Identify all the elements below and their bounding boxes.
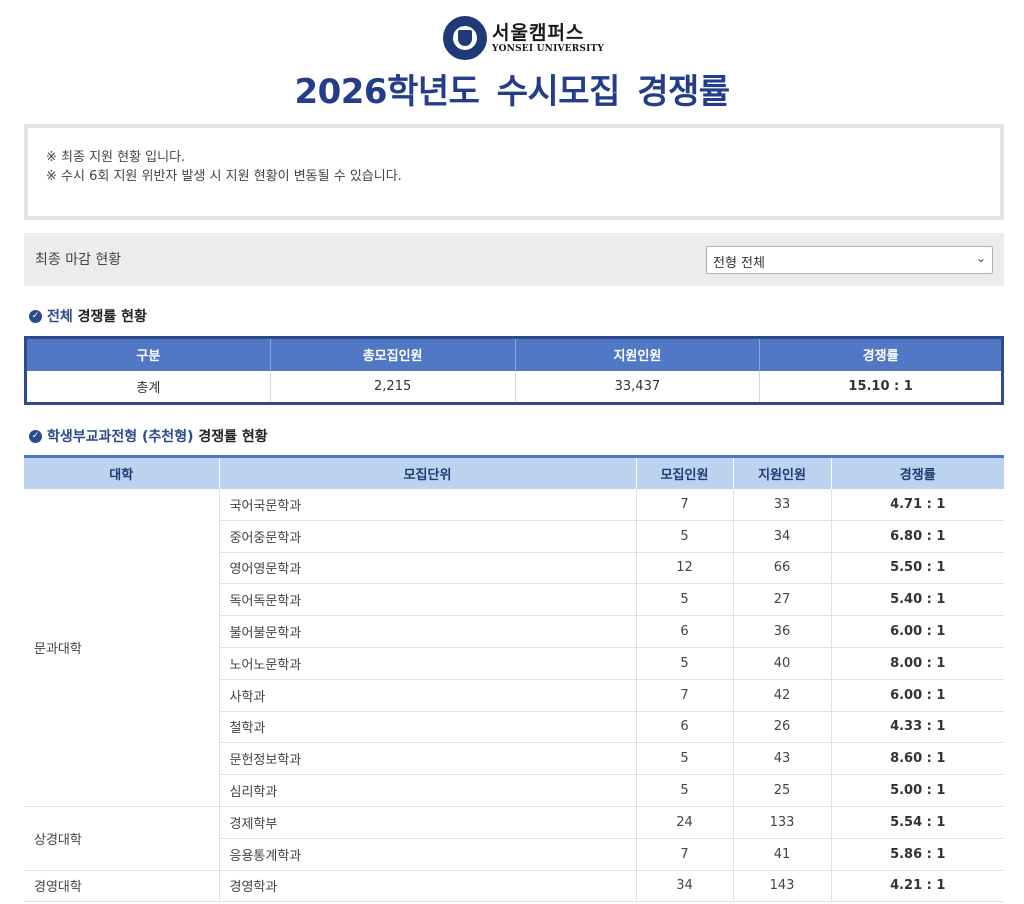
- admission-type-select[interactable]: 전형 전체 ⌄: [706, 246, 993, 274]
- college-cell: 문과대학: [24, 488, 220, 807]
- quota-cell: 6: [636, 615, 734, 648]
- applicants-cell: 66: [733, 552, 832, 585]
- filter-bar: 최종 마감 현황 전형 전체 ⌄: [24, 233, 1004, 286]
- unit-cell: 문헌정보학과: [219, 742, 637, 776]
- college-cell: 상경대학: [24, 806, 220, 871]
- ratio-cell: 5.86 : 1: [831, 838, 1004, 871]
- ratio-cell: 4.33 : 1: [831, 711, 1004, 744]
- notice-line: ※ 최종 지원 현황 입니다.: [46, 150, 186, 165]
- ratio-cell: 5.40 : 1: [831, 583, 1004, 617]
- quota-cell: 7: [636, 679, 734, 712]
- quota-cell: 5: [636, 774, 734, 807]
- applicants-cell: 41: [733, 838, 832, 871]
- ratio-cell: 6.80 : 1: [831, 520, 1004, 553]
- ratio-cell: 5.00 : 1: [831, 774, 1004, 807]
- table-row: 문과대학 국어국문학과 7 33 4.71 : 1: [24, 488, 1004, 807]
- unit-cell: 사학과: [219, 679, 637, 712]
- col-header: 총모집인원: [269, 337, 515, 371]
- quota-cell: 7: [636, 838, 734, 871]
- unit-cell: 노어노문학과: [219, 647, 637, 680]
- overall-competition-table: 구분 총모집인원 지원인원 경쟁률 총계 2,215 33,437 15.10 …: [24, 336, 1004, 405]
- overall-title-highlight: 전체: [47, 309, 73, 325]
- quota-cell: 7: [636, 488, 734, 521]
- detail-competition-table: 대학 모집단위 모집인원 지원인원 경쟁률 문과대학 국어국문학과 7 33 4.71 …: [24, 455, 1004, 903]
- page-title: 2026학년도 수시모집 경쟁률: [294, 72, 730, 112]
- ratio-cell: 5.54 : 1: [831, 806, 1004, 839]
- unit-cell: 불어불문학과: [219, 615, 637, 648]
- total-applicants: 33,437: [514, 370, 760, 404]
- ratio-cell: 8.00 : 1: [831, 647, 1004, 680]
- applicants-cell: 133: [733, 806, 832, 839]
- check-circle-icon: ✓: [29, 429, 42, 443]
- table-row: 상경대학 경제학부 24 133 5.54 : 1: [24, 806, 1004, 871]
- col-header: 대학: [24, 456, 220, 489]
- col-header: 지원인원: [514, 337, 760, 371]
- unit-cell: 경제학부: [219, 806, 637, 839]
- table-row: 총계 2,215 33,437 15.10 : 1: [26, 370, 1003, 404]
- unit-cell: 국어국문학과: [219, 488, 637, 521]
- table-row: 경영대학 경영학과 34 143 4.21 : 1: [24, 870, 1004, 903]
- ratio-cell: 5.50 : 1: [831, 552, 1004, 585]
- quota-cell: 34: [636, 870, 734, 903]
- detail-title-rest: 경쟁률 현황: [193, 429, 268, 445]
- yonsei-seal-icon: [443, 16, 487, 60]
- chevron-down-icon: ⌄: [975, 251, 986, 265]
- col-header: 모집단위: [219, 456, 637, 489]
- unit-cell: 중어중문학과: [219, 520, 637, 553]
- college-cell: 경영대학: [24, 870, 220, 903]
- applicants-cell: 42: [733, 679, 832, 712]
- applicants-cell: 36: [733, 615, 832, 648]
- quota-cell: 5: [636, 742, 734, 776]
- ratio-cell: 4.21 : 1: [831, 870, 1004, 903]
- quota-cell: 5: [636, 583, 734, 617]
- applicants-cell: 143: [733, 870, 832, 903]
- quota-cell: 5: [636, 647, 734, 680]
- quota-cell: 12: [636, 552, 734, 585]
- university-logo[interactable]: 서울캠퍼스 YONSEI UNIVERSITY: [443, 16, 604, 60]
- page-header: 서울캠퍼스 YONSEI UNIVERSITY 2026학년도 수시모집 경쟁률: [0, 0, 1024, 124]
- col-header: 구분: [25, 337, 271, 371]
- unit-cell: 경영학과: [219, 870, 637, 903]
- detail-title-highlight: 학생부교과전형 (추천형): [47, 429, 194, 445]
- total-ratio: 15.10 : 1: [759, 370, 1003, 404]
- unit-cell: 철학과: [219, 711, 637, 744]
- logo-korean-text: 서울캠퍼스: [492, 22, 585, 44]
- applicants-cell: 25: [733, 774, 832, 807]
- notice-line: ※ 수시 6회 지원 위반자 발생 시 지원 현황이 변동될 수 있습니다.: [46, 169, 402, 184]
- applicants-cell: 43: [733, 742, 832, 776]
- ratio-cell: 8.60 : 1: [831, 742, 1004, 776]
- detail-section-title: ✓ 학생부교과전형 (추천형) 경쟁률 현황: [29, 426, 268, 446]
- col-header: 지원인원: [733, 456, 832, 489]
- admission-type-selected: 전형 전체: [713, 256, 765, 271]
- quota-cell: 6: [636, 711, 734, 744]
- applicants-cell: 34: [733, 520, 832, 553]
- ratio-cell: 6.00 : 1: [831, 615, 1004, 648]
- unit-cell: 영어영문학과: [219, 552, 637, 585]
- notice-box: ※ 최종 지원 현황 입니다. ※ 수시 6회 지원 위반자 발생 시 지원 현…: [24, 124, 1004, 220]
- applicants-cell: 27: [733, 583, 832, 617]
- unit-cell: 심리학과: [219, 774, 637, 807]
- applicants-cell: 26: [733, 711, 832, 744]
- unit-cell: 독어독문학과: [219, 583, 637, 617]
- overall-section-title: ✓ 전체 경쟁률 현황: [29, 306, 147, 326]
- unit-cell: 응용통계학과: [219, 838, 637, 871]
- col-header: 모집인원: [636, 456, 734, 489]
- applicants-cell: 33: [733, 488, 832, 521]
- quota-cell: 24: [636, 806, 734, 839]
- col-header: 경쟁률: [831, 456, 1004, 489]
- quota-cell: 5: [636, 520, 734, 553]
- col-header: 경쟁률: [759, 337, 1003, 371]
- ratio-cell: 6.00 : 1: [831, 679, 1004, 712]
- logo-english-text: YONSEI UNIVERSITY: [492, 44, 605, 54]
- applicants-cell: 40: [733, 647, 832, 680]
- total-label: 총계: [136, 380, 161, 396]
- filter-status-label: 최종 마감 현황: [35, 252, 122, 268]
- overall-title-rest: 경쟁률 현황: [72, 309, 147, 325]
- ratio-cell: 4.71 : 1: [831, 488, 1004, 521]
- check-circle-icon: ✓: [29, 309, 42, 323]
- total-quota: 2,215: [269, 370, 515, 404]
